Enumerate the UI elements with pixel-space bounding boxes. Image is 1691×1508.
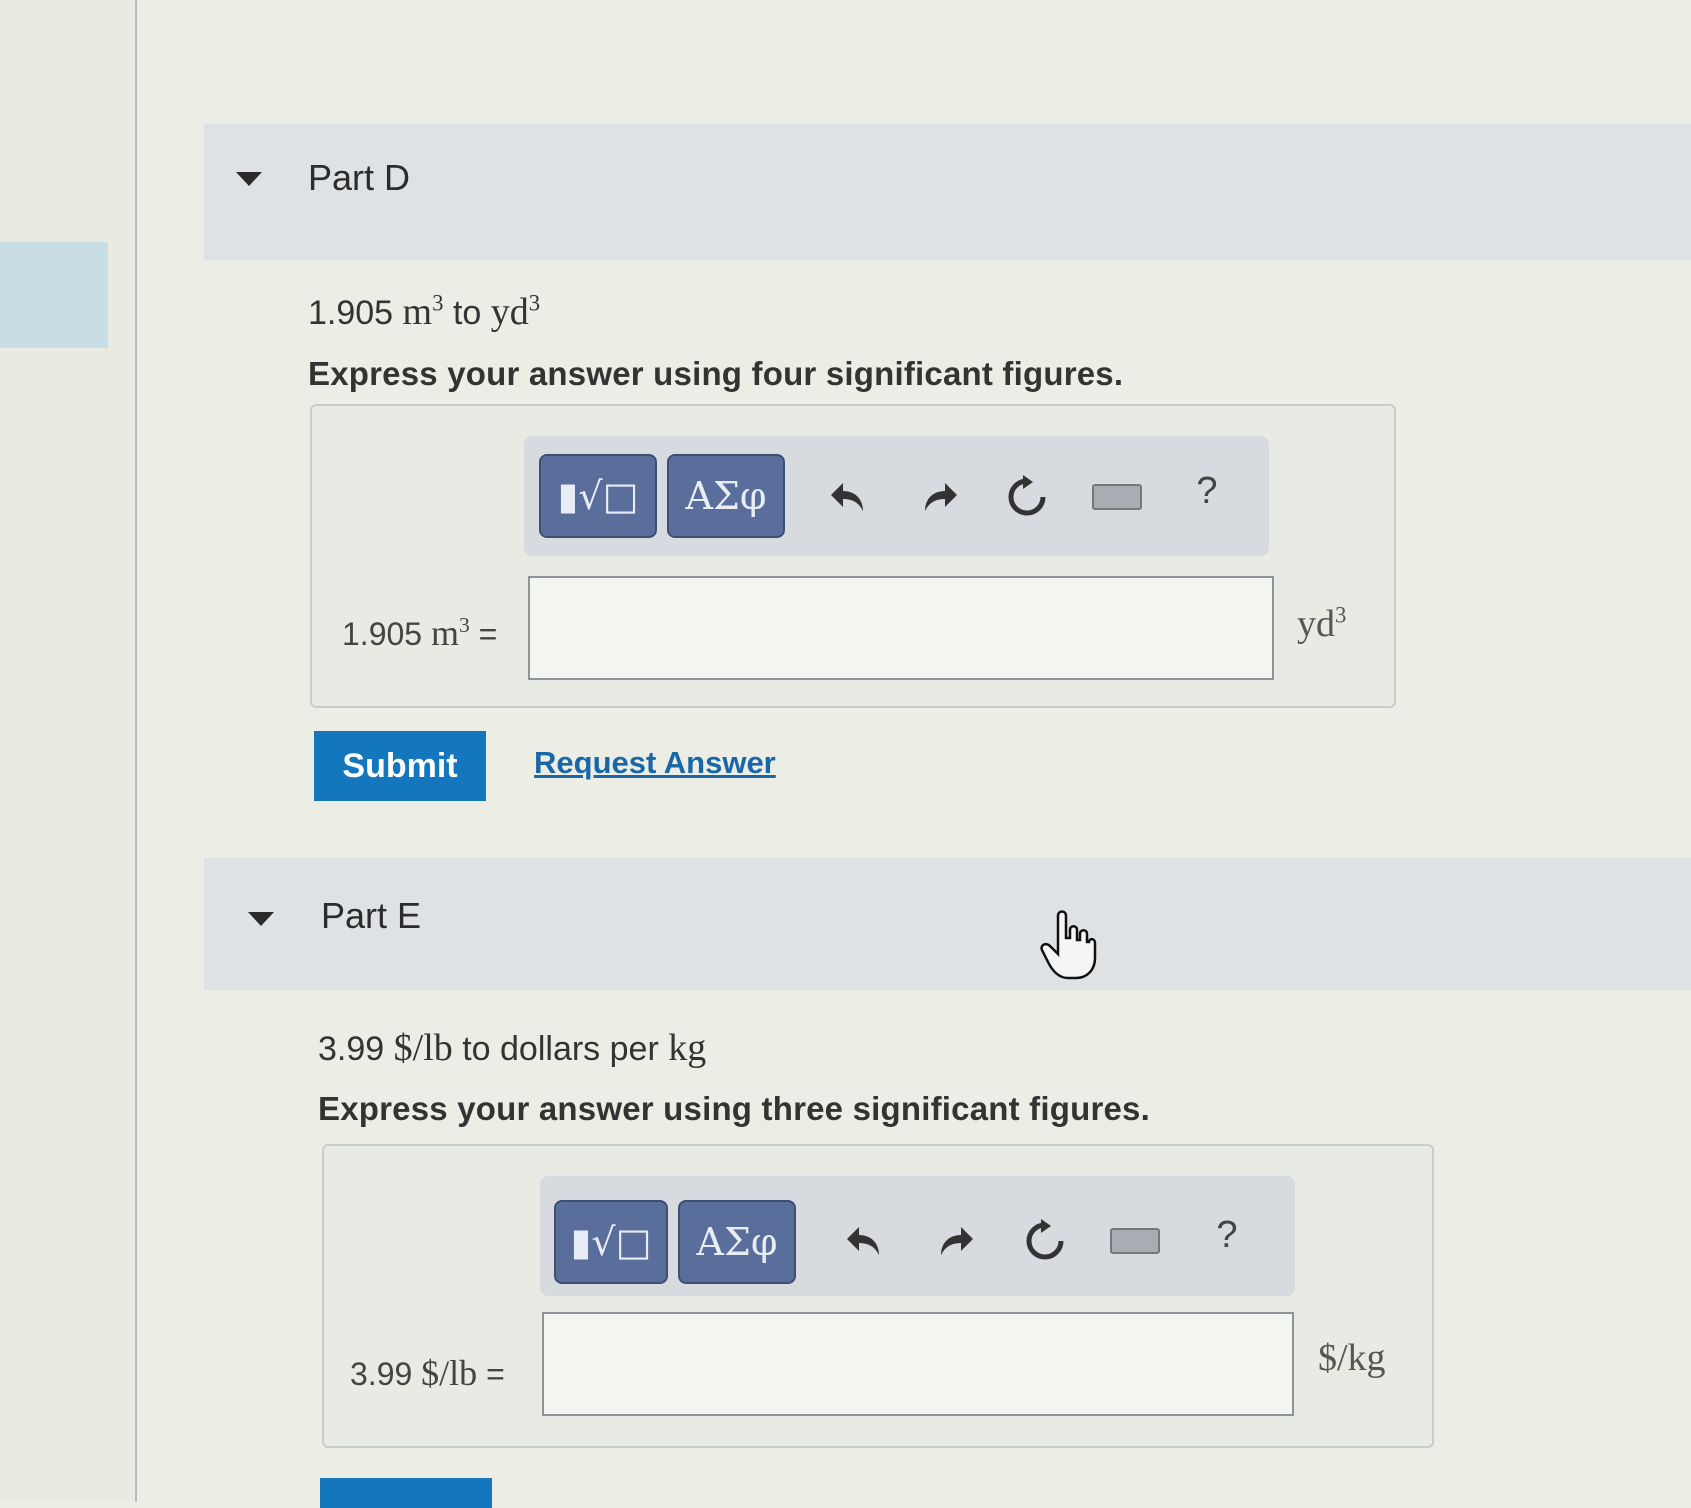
equation-label: 1.905 m3 =	[342, 613, 498, 653]
part-e-header[interactable]	[204, 858, 1691, 990]
undo-icon[interactable]	[840, 1216, 890, 1266]
collapse-caret-icon[interactable]	[236, 172, 262, 186]
part-e-title: Part E	[321, 895, 422, 936]
part-d-title: Part D	[308, 157, 411, 198]
prompt-value: 1.905	[308, 294, 394, 332]
answer-input[interactable]	[528, 576, 1274, 680]
prompt-to-unit: yd3	[490, 290, 541, 333]
help-button[interactable]: ?	[1182, 466, 1232, 516]
math-toolbar: ▮√□ ΑΣφ ?	[524, 436, 1269, 556]
result-unit: $/kg	[1318, 1337, 1386, 1379]
redo-icon[interactable]	[930, 1216, 980, 1266]
keyboard-icon[interactable]	[1110, 1216, 1160, 1266]
part-e-prompt: 3.99 $/lb to dollars per kg	[318, 1026, 706, 1070]
collapse-caret-icon[interactable]	[248, 912, 274, 926]
undo-icon[interactable]	[824, 472, 874, 522]
hand-cursor-icon	[1040, 908, 1098, 985]
part-e-instruction: Express your answer using three signific…	[318, 1090, 1150, 1127]
result-unit: yd3	[1297, 602, 1347, 645]
templates-button[interactable]: ▮√□	[539, 454, 657, 538]
part-d-header[interactable]	[204, 124, 1691, 260]
request-answer-link[interactable]: Request Answer	[534, 745, 776, 781]
equation-label: 3.99 $/lb =	[350, 1353, 505, 1393]
redo-icon[interactable]	[914, 472, 964, 522]
keyboard-icon[interactable]	[1092, 472, 1142, 522]
reset-icon[interactable]	[1002, 472, 1052, 522]
part-d-prompt: 1.905 m3 to yd3	[308, 290, 540, 334]
part-e-answer-box: ▮√□ ΑΣφ ? 3.99 $/lb = $/kg	[322, 1144, 1434, 1448]
prompt-from-unit: m3	[402, 290, 444, 333]
greek-symbols-button[interactable]: ΑΣφ	[667, 454, 785, 538]
left-rail	[0, 0, 137, 1502]
part-d-instruction: Express your answer using four significa…	[308, 355, 1124, 392]
submit-button-partial[interactable]	[320, 1478, 492, 1508]
templates-button[interactable]: ▮√□	[554, 1200, 668, 1284]
greek-symbols-button[interactable]: ΑΣφ	[678, 1200, 796, 1284]
prompt-to-word: to	[452, 294, 482, 332]
part-d-answer-box: ▮√□ ΑΣφ ? 1.905 m3 = yd3	[310, 404, 1396, 708]
reset-icon[interactable]	[1020, 1216, 1070, 1266]
math-toolbar: ▮√□ ΑΣφ ?	[540, 1176, 1295, 1296]
left-panel-tab[interactable]	[0, 242, 108, 348]
prompt-to-unit: kg	[668, 1027, 707, 1069]
submit-button[interactable]: Submit	[314, 731, 486, 801]
prompt-to-word: to dollars per	[462, 1030, 659, 1068]
prompt-from-unit: $/lb	[393, 1027, 453, 1069]
prompt-value: 3.99	[318, 1030, 385, 1068]
answer-input[interactable]	[542, 1312, 1294, 1416]
help-button[interactable]: ?	[1202, 1210, 1252, 1260]
